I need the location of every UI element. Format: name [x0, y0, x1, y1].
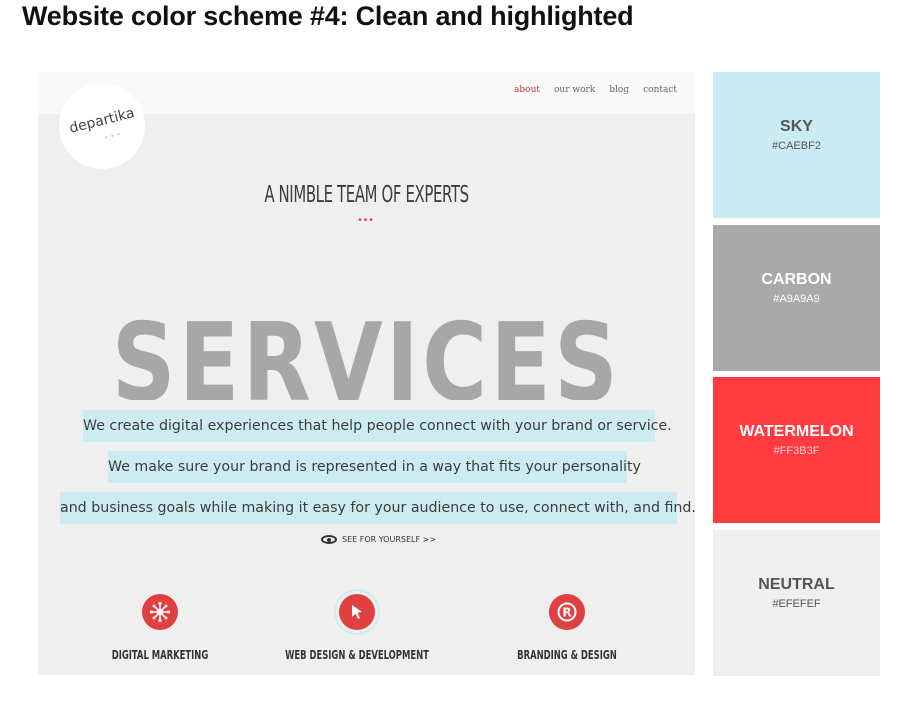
intro-line-3: and business goals while making it easy … [60, 492, 695, 524]
swatch-hex: #A9A9A9 [773, 293, 820, 305]
service-digital-marketing[interactable]: DIGITAL MARKETING [65, 594, 255, 662]
swatch-hex: #EFEFEF [772, 598, 821, 610]
swatch-watermelon: WATERMELON #FF3B3F [713, 377, 880, 523]
intro-line-2: We make sure your brand is represented i… [108, 451, 641, 483]
swatch-name: CARBON [761, 271, 832, 288]
svg-text:R: R [562, 606, 571, 620]
nav-item-contact[interactable]: contact [643, 85, 677, 95]
nav-item-blog[interactable]: blog [609, 85, 629, 95]
site-nav: about our work blog contact [514, 85, 677, 95]
service-label: DIGITAL MARKETING [111, 648, 209, 662]
eye-icon [321, 535, 337, 544]
swatch-name: NEUTRAL [758, 576, 835, 593]
page-title: Website color scheme #4: Clean and highl… [22, 1, 634, 31]
service-label: WEB DESIGN & DEVELOPMENT [285, 648, 429, 662]
network-icon [142, 594, 178, 630]
nav-item-about[interactable]: about [514, 85, 540, 95]
service-branding[interactable]: R BRANDING & DESIGN [472, 594, 662, 662]
services-watermark-text: SERVICES [111, 304, 622, 400]
swatch-hex: #CAEBF2 [772, 140, 821, 152]
swatch-hex: #FF3B3F [773, 445, 820, 457]
registered-icon: R [549, 594, 585, 630]
site-headline: A NIMBLE TEAM OF EXPERTS [264, 182, 469, 208]
nav-item-our-work[interactable]: our work [554, 85, 595, 95]
see-for-yourself-label: SEE FOR YOURSELF >> [342, 535, 437, 544]
services-watermark: SERVICES [38, 304, 695, 400]
website-screenshot: departika • • • about our work blog cont… [38, 72, 695, 675]
see-for-yourself-link[interactable]: SEE FOR YOURSELF >> [321, 535, 436, 544]
swatch-name: SKY [780, 118, 813, 135]
service-web-design[interactable]: WEB DESIGN & DEVELOPMENT [262, 594, 452, 662]
intro-line-1: We create digital experiences that help … [83, 410, 672, 442]
swatch-name: WATERMELON [739, 423, 854, 440]
swatch-carbon: CARBON #A9A9A9 [713, 225, 880, 371]
swatch-sky: SKY #CAEBF2 [713, 72, 880, 218]
logo-dots: • • • [104, 131, 122, 142]
cursor-icon [339, 594, 375, 630]
divider-dots: ••• [358, 215, 375, 226]
swatch-neutral: NEUTRAL #EFEFEF [713, 530, 880, 676]
service-label: BRANDING & DESIGN [517, 648, 617, 662]
site-logo[interactable]: departika • • • [59, 83, 145, 169]
logo-text: departika [67, 105, 137, 137]
